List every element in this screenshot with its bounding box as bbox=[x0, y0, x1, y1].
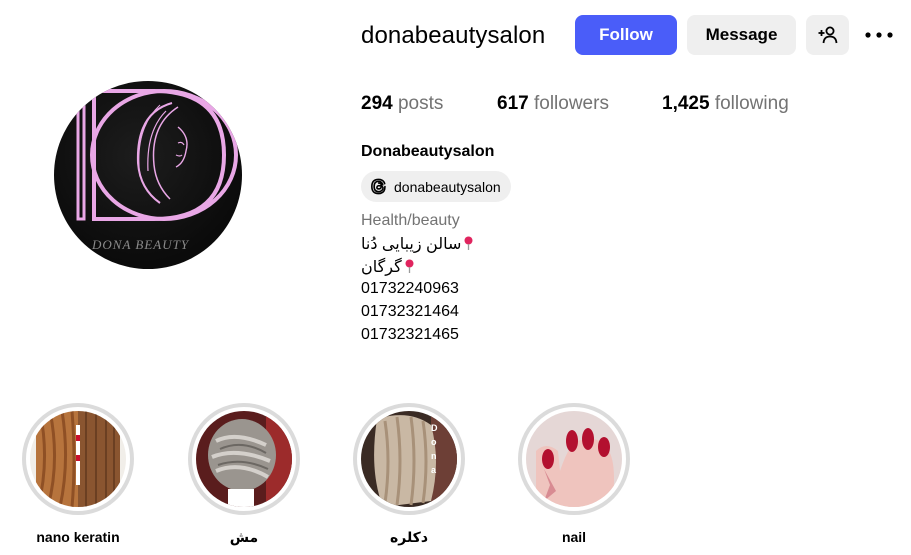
posts-count: 294 bbox=[361, 93, 393, 114]
bio-phone: 01732321465 bbox=[361, 326, 459, 343]
highlight-label: مش bbox=[229, 529, 259, 545]
bio-text: سالن زیبایی دُنا bbox=[361, 236, 462, 253]
add-person-icon bbox=[818, 26, 837, 44]
highlight-ring bbox=[22, 403, 134, 515]
red-nails-image bbox=[526, 411, 622, 507]
dona-beauty-logo: DONA BEAUTY bbox=[76, 89, 238, 252]
svg-text:o: o bbox=[431, 437, 437, 447]
highlight-cover bbox=[196, 411, 292, 507]
followers-count: 617 bbox=[497, 93, 529, 114]
bio-phone: 01732321464 bbox=[361, 303, 459, 320]
highlighted-hair-image bbox=[196, 411, 292, 507]
followers-link[interactable]: 617 followers bbox=[497, 93, 609, 115]
pushpin-icon bbox=[405, 259, 414, 273]
highlight-cover bbox=[526, 411, 622, 507]
profile-avatar[interactable]: DONA BEAUTY bbox=[54, 81, 242, 269]
more-horizontal-icon bbox=[865, 32, 893, 38]
following-label: following bbox=[714, 93, 789, 114]
profile-category: Health/beauty bbox=[361, 212, 460, 229]
blonde-hair-image: D o n a bbox=[361, 411, 457, 507]
logo-wordmark: DONA BEAUTY bbox=[91, 237, 190, 252]
highlight-label: nail bbox=[561, 529, 587, 545]
hair-before-after-image bbox=[30, 411, 126, 507]
username: donabeautysalon bbox=[361, 22, 546, 49]
follow-button[interactable]: Follow bbox=[575, 15, 677, 55]
pushpin-icon bbox=[464, 236, 473, 250]
following-link[interactable]: 1,425 following bbox=[662, 93, 789, 115]
profile-full-name: Donabeautysalon bbox=[361, 143, 495, 160]
threads-handle: donabeautysalon bbox=[394, 178, 501, 195]
highlight-ring bbox=[188, 403, 300, 515]
suggest-people-button[interactable] bbox=[806, 15, 849, 55]
highlight-nano-keratin[interactable]: nano keratin bbox=[22, 403, 134, 545]
highlight-ring: D o n a bbox=[353, 403, 465, 515]
profile-page: DONA BEAUTY donabeautysalon Follow Messa… bbox=[0, 0, 911, 555]
following-count: 1,425 bbox=[662, 93, 710, 114]
threads-icon bbox=[371, 178, 386, 195]
highlight-decolorize[interactable]: D o n a دکلره bbox=[353, 403, 465, 545]
svg-text:D: D bbox=[431, 423, 438, 433]
followers-label: followers bbox=[533, 93, 609, 114]
posts-label: posts bbox=[397, 93, 444, 114]
bio-phone: 01732240963 bbox=[361, 280, 459, 297]
highlight-mesh[interactable]: مش bbox=[188, 403, 300, 545]
highlight-ring bbox=[518, 403, 630, 515]
bio-line: گرگان bbox=[361, 257, 415, 277]
highlight-cover: D o n a bbox=[361, 411, 457, 507]
message-button[interactable]: Message bbox=[687, 15, 796, 55]
highlight-label: nano keratin bbox=[36, 529, 120, 545]
bio-text: گرگان bbox=[361, 259, 402, 276]
more-options-button[interactable] bbox=[862, 24, 896, 46]
posts-stat: 294 posts bbox=[361, 93, 443, 115]
svg-text:n: n bbox=[431, 451, 437, 461]
bio-line: سالن زیبایی دُنا bbox=[361, 234, 474, 254]
threads-link[interactable]: donabeautysalon bbox=[361, 171, 511, 202]
highlight-nail[interactable]: nail bbox=[518, 403, 630, 545]
highlight-label: دکلره bbox=[389, 529, 428, 545]
highlight-cover bbox=[30, 411, 126, 507]
